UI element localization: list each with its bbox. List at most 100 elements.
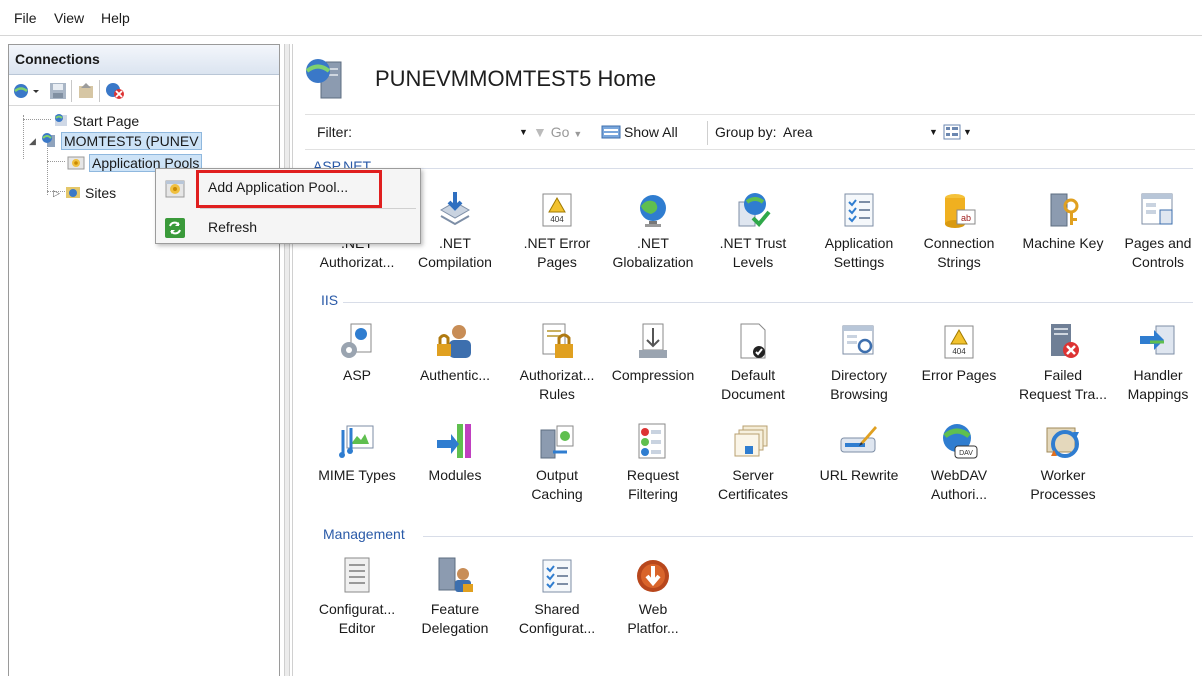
add-application-pool-icon: [164, 177, 186, 202]
section-management-label: Management: [323, 526, 405, 542]
svg-text:DAV: DAV: [959, 450, 973, 457]
feature-label: Failed Request Tra...: [1019, 367, 1107, 402]
highlight-box: [196, 170, 382, 208]
disconnect-icon[interactable]: [105, 82, 125, 103]
feature-asp[interactable]: ASP: [305, 322, 409, 385]
feature-modules[interactable]: Modules: [403, 422, 507, 485]
menu-item-refresh[interactable]: Refresh: [156, 211, 420, 243]
feature-output-caching[interactable]: Output Caching: [505, 422, 609, 504]
error-page-icon: 404: [939, 322, 979, 362]
lock-icon: [537, 322, 577, 362]
feature-label: Default Document: [721, 367, 785, 402]
handler-icon: [1138, 322, 1178, 362]
tree-line: [23, 115, 24, 159]
webdav-icon: DAV: [939, 422, 979, 462]
feature-label: Authentic...: [419, 367, 491, 383]
connections-title: Connections: [9, 45, 279, 75]
feature-url-rewrite[interactable]: URL Rewrite: [807, 422, 911, 485]
filter-dropdown-icon[interactable]: ▼: [519, 127, 528, 137]
feature-label: Authorizat... Rules: [519, 367, 595, 402]
feature-directory-browsing[interactable]: Directory Browsing: [807, 322, 911, 404]
feature-label: Compression: [611, 367, 695, 383]
feature-mime-types[interactable]: MIME Types: [305, 422, 409, 485]
feature-configuration-editor[interactable]: Configurat... Editor: [305, 556, 409, 638]
show-all-button[interactable]: Show All: [601, 124, 678, 140]
config-editor-icon: [337, 556, 377, 596]
feature-label: ASP: [342, 367, 371, 383]
menu-bar: File View Help: [0, 0, 1202, 36]
go-dropdown-icon: ▼: [573, 129, 583, 139]
connect-globe-icon[interactable]: [13, 82, 43, 103]
directory-icon: [839, 322, 879, 362]
feature-web-platform[interactable]: Web Platfor...: [601, 556, 705, 638]
menu-separator: [200, 208, 416, 209]
feature-label: Request Filtering: [626, 467, 680, 502]
expand-arrow-icon[interactable]: ▷: [53, 188, 65, 199]
feature-failed-request-tracing[interactable]: Failed Request Tra...: [1011, 322, 1115, 404]
tree-line: [23, 119, 51, 120]
toolbar-separator: [71, 80, 72, 102]
feature-net-error-pages[interactable]: 404 .NET Error Pages: [505, 190, 609, 272]
feature-label: URL Rewrite: [819, 467, 899, 483]
feature-handler-mappings[interactable]: Handler Mappings: [1109, 322, 1202, 404]
start-page-icon: [53, 112, 69, 131]
feature-server-certificates[interactable]: Server Certificates: [701, 422, 805, 504]
feature-label: Feature Delegation: [421, 601, 489, 636]
filter-label: Filter:: [317, 124, 352, 140]
feature-authentication[interactable]: Authentic...: [403, 322, 507, 385]
view-mode-button[interactable]: ▼: [943, 124, 972, 140]
feature-feature-delegation[interactable]: Feature Delegation: [403, 556, 507, 638]
feature-worker-processes[interactable]: Worker Processes: [1011, 422, 1115, 504]
feature-label: Directory Browsing: [830, 367, 888, 402]
feature-label: WebDAV Authori...: [930, 467, 988, 502]
feature-shared-configuration[interactable]: Shared Configurat...: [505, 556, 609, 638]
svg-text:404: 404: [550, 215, 564, 224]
users-icon: [435, 322, 475, 362]
pane-splitter[interactable]: [284, 44, 290, 676]
group-by-select[interactable]: Area: [783, 124, 813, 140]
shared-config-icon: [537, 556, 577, 596]
feature-net-globalization[interactable]: .NET Globalization: [601, 190, 705, 272]
feature-net-trust-levels[interactable]: .NET Trust Levels: [701, 190, 805, 272]
feature-compression[interactable]: Compression: [601, 322, 705, 385]
connections-toolbar: [9, 76, 279, 106]
feature-label: .NET Trust Levels: [719, 235, 787, 270]
up-level-icon[interactable]: [77, 82, 95, 103]
tree-item-server[interactable]: ◢ MOMTEST5 (PUNEV: [29, 131, 202, 151]
web-platform-icon: [633, 556, 673, 596]
menu-item-label: Refresh: [208, 219, 258, 235]
go-label: Go: [550, 124, 570, 140]
feature-connection-strings[interactable]: ab Connection Strings: [907, 190, 1011, 272]
feature-label: .NET Globalization: [612, 235, 694, 270]
menu-view[interactable]: View: [54, 10, 84, 26]
tree-item-sites[interactable]: ▷ Sites: [53, 183, 116, 203]
collapse-arrow-icon[interactable]: ◢: [29, 136, 41, 147]
filter-input[interactable]: [355, 121, 505, 143]
tree-line: [47, 161, 65, 162]
feature-error-pages[interactable]: 404 Error Pages: [907, 322, 1011, 385]
feature-authorization-rules[interactable]: Authorizat... Rules: [505, 322, 609, 404]
feature-machine-key[interactable]: Machine Key: [1011, 190, 1115, 253]
feature-label: Shared Configurat...: [518, 601, 596, 636]
filter-icon: [633, 422, 673, 462]
feature-pages-and-controls[interactable]: Pages and Controls: [1109, 190, 1202, 272]
refresh-icon: [164, 217, 186, 242]
feature-webdav-authoring[interactable]: DAV WebDAV Authori...: [907, 422, 1011, 504]
go-button[interactable]: ▼ Go ▼: [533, 124, 582, 140]
menu-help[interactable]: Help: [101, 10, 130, 26]
svg-text:404: 404: [952, 347, 966, 356]
group-by-dropdown-icon[interactable]: ▼: [929, 127, 938, 137]
feature-label: Modules: [428, 467, 482, 483]
feature-application-settings[interactable]: Application Settings: [807, 190, 911, 272]
tree-item-start-page[interactable]: Start Page: [53, 111, 139, 131]
feature-label: Server Certificates: [717, 467, 789, 502]
feature-request-filtering[interactable]: Request Filtering: [601, 422, 705, 504]
sites-icon: [65, 184, 81, 203]
server-home-icon: [303, 56, 349, 105]
feature-label: .NET Error Pages: [523, 235, 591, 270]
save-icon[interactable]: [49, 82, 67, 103]
feature-default-document[interactable]: Default Document: [701, 322, 805, 404]
menu-file[interactable]: File: [14, 10, 37, 26]
funnel-icon: ▼: [533, 124, 547, 140]
error-page-icon: 404: [537, 190, 577, 230]
